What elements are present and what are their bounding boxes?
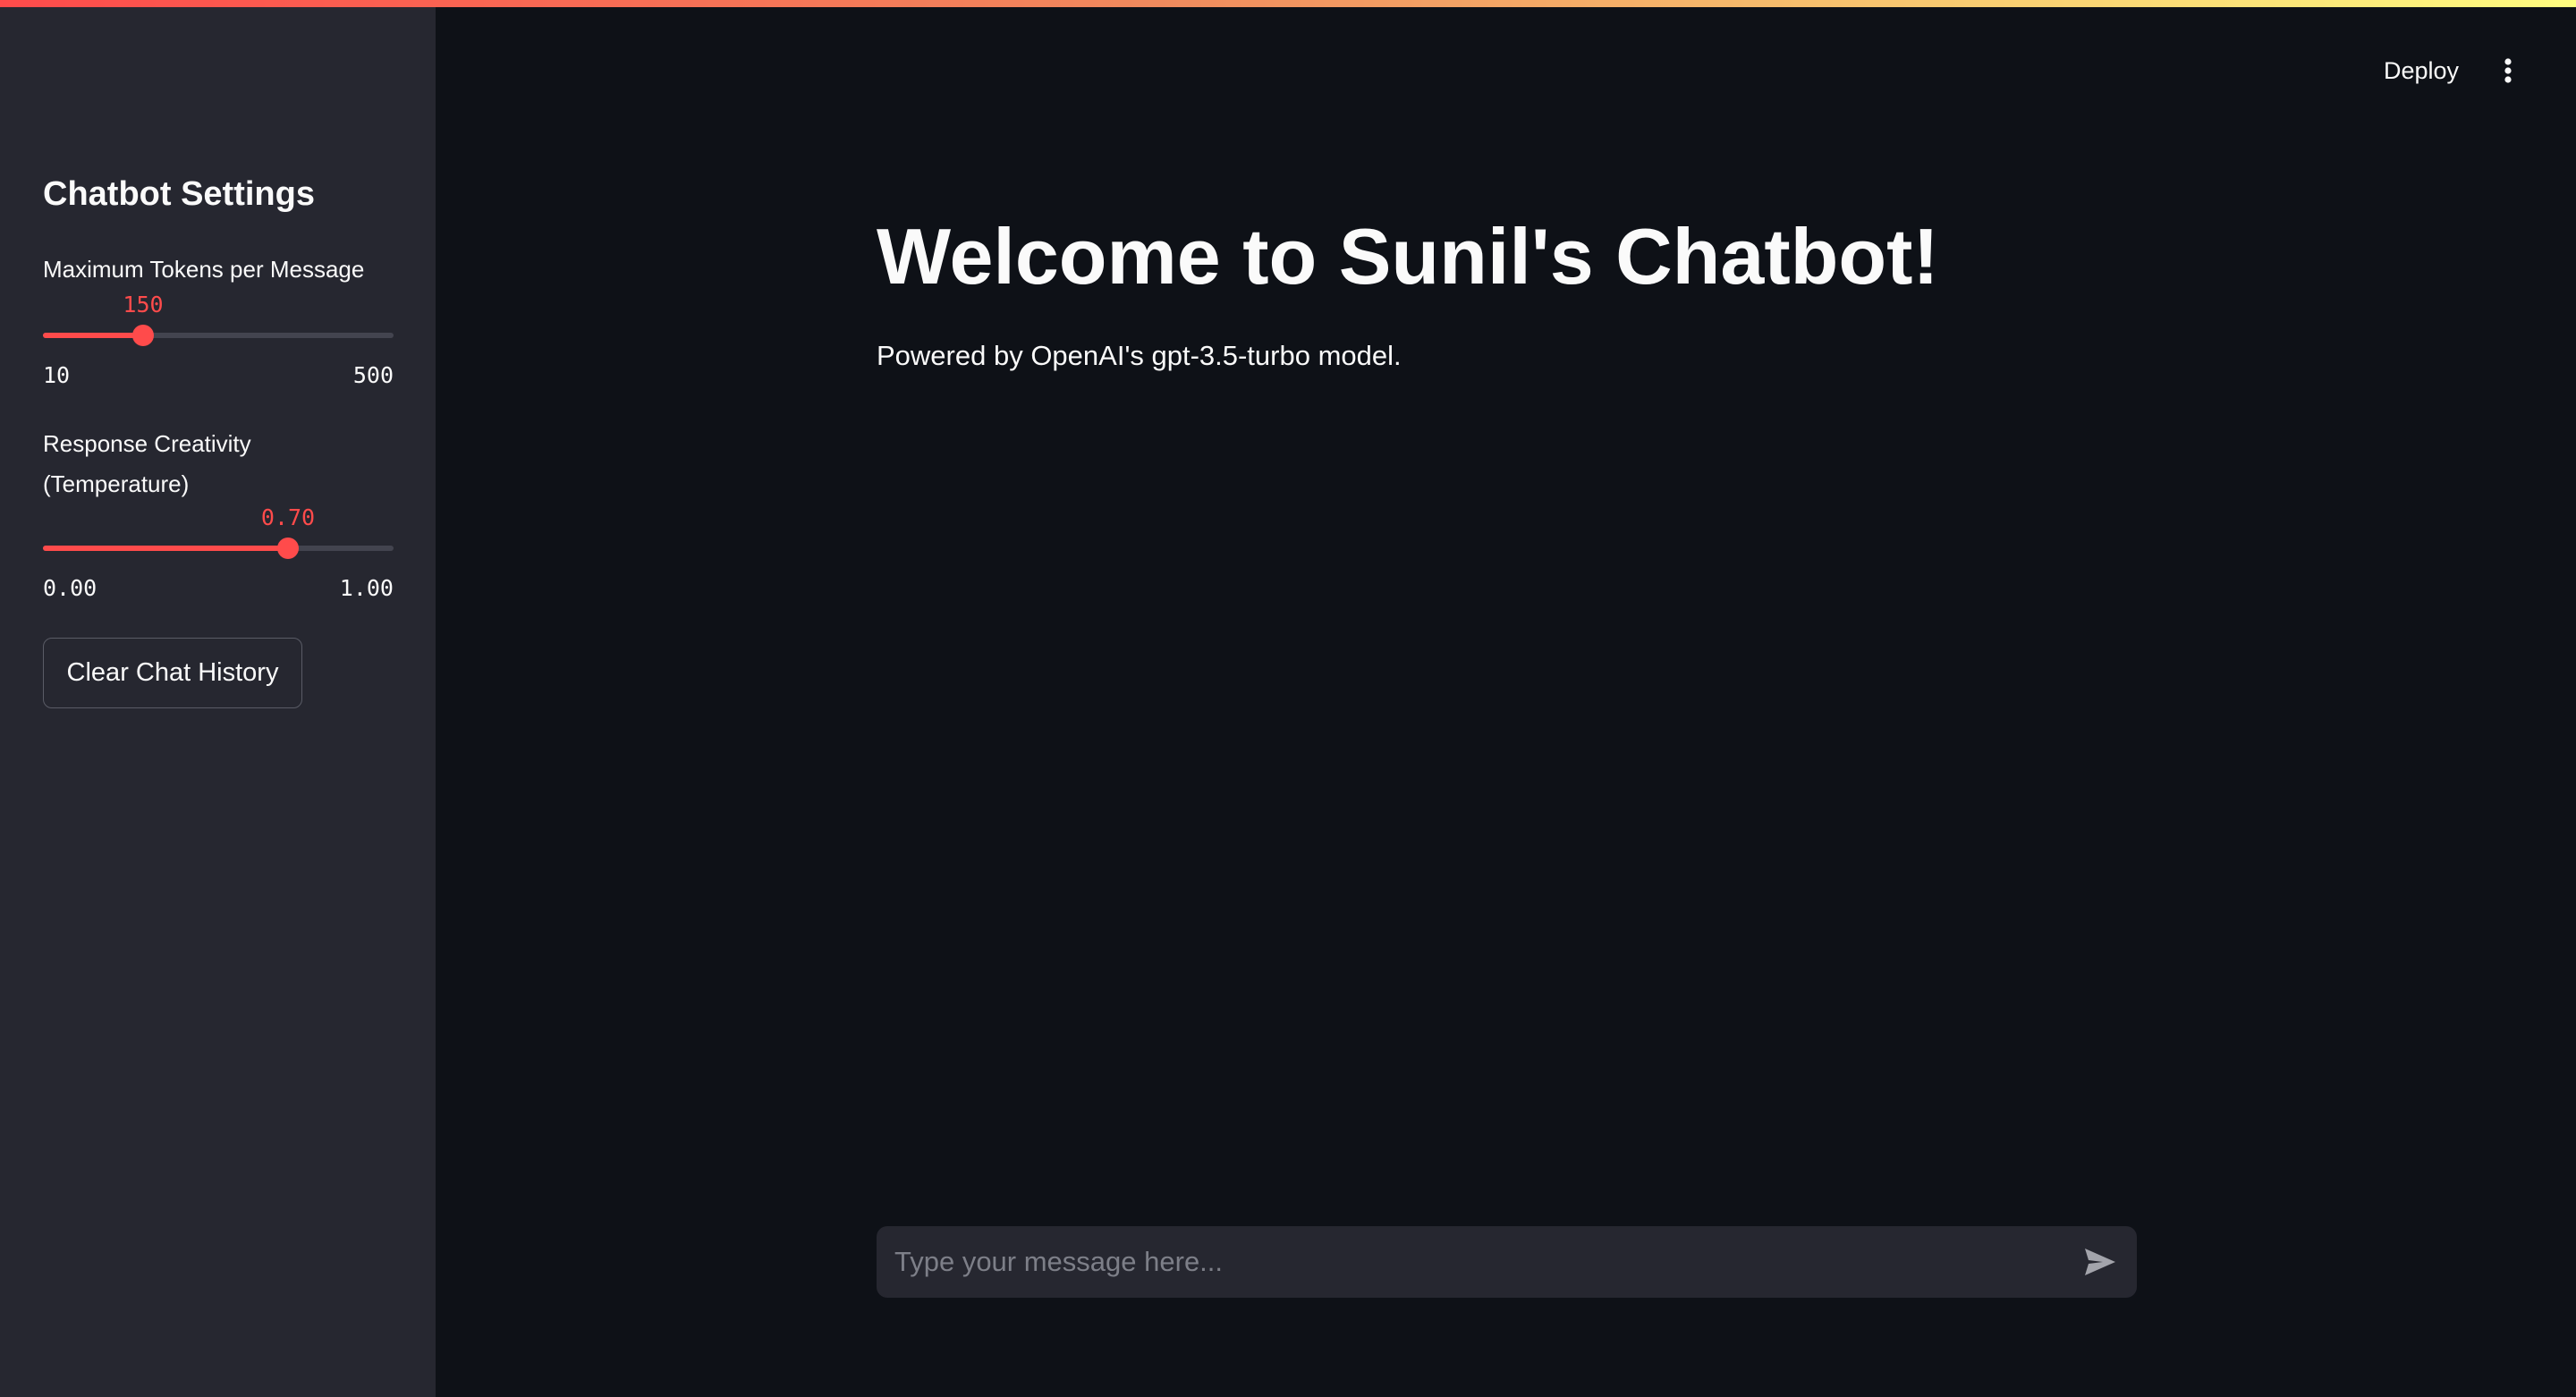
sidebar: Chatbot Settings Maximum Tokens per Mess…	[0, 0, 436, 1397]
chat-input-container	[877, 1226, 2137, 1298]
page-title: Welcome to Sunil's Chatbot!	[877, 212, 1939, 301]
temperature-slider[interactable]	[43, 538, 394, 559]
chat-message-input[interactable]	[894, 1226, 2057, 1298]
max-tokens-value: 150	[123, 292, 164, 318]
max-tokens-max: 500	[352, 362, 394, 388]
max-tokens-slider[interactable]	[43, 325, 394, 346]
max-tokens-min: 10	[43, 362, 71, 388]
vertical-ellipsis-icon[interactable]	[2492, 50, 2524, 91]
temperature-max: 1.00	[339, 575, 394, 601]
temperature-slider-thumb[interactable]	[277, 538, 299, 559]
top-decoration-bar	[0, 0, 2576, 7]
max-tokens-slider-thumb[interactable]	[132, 325, 154, 346]
clear-chat-history-button[interactable]: Clear Chat History	[43, 638, 302, 708]
max-tokens-slider-fill	[43, 333, 143, 338]
page-subtitle: Powered by OpenAI's gpt-3.5-turbo model.	[877, 340, 1402, 371]
temperature-value: 0.70	[260, 504, 316, 530]
temperature-slider-fill	[43, 546, 288, 551]
sidebar-title: Chatbot Settings	[43, 175, 315, 213]
send-icon[interactable]	[2080, 1242, 2121, 1282]
temperature-label: Response Creativity (Temperature)	[43, 430, 251, 497]
deploy-button[interactable]: Deploy	[2365, 50, 2478, 91]
temperature-min: 0.00	[43, 575, 97, 601]
max-tokens-label: Maximum Tokens per Message	[43, 256, 365, 283]
